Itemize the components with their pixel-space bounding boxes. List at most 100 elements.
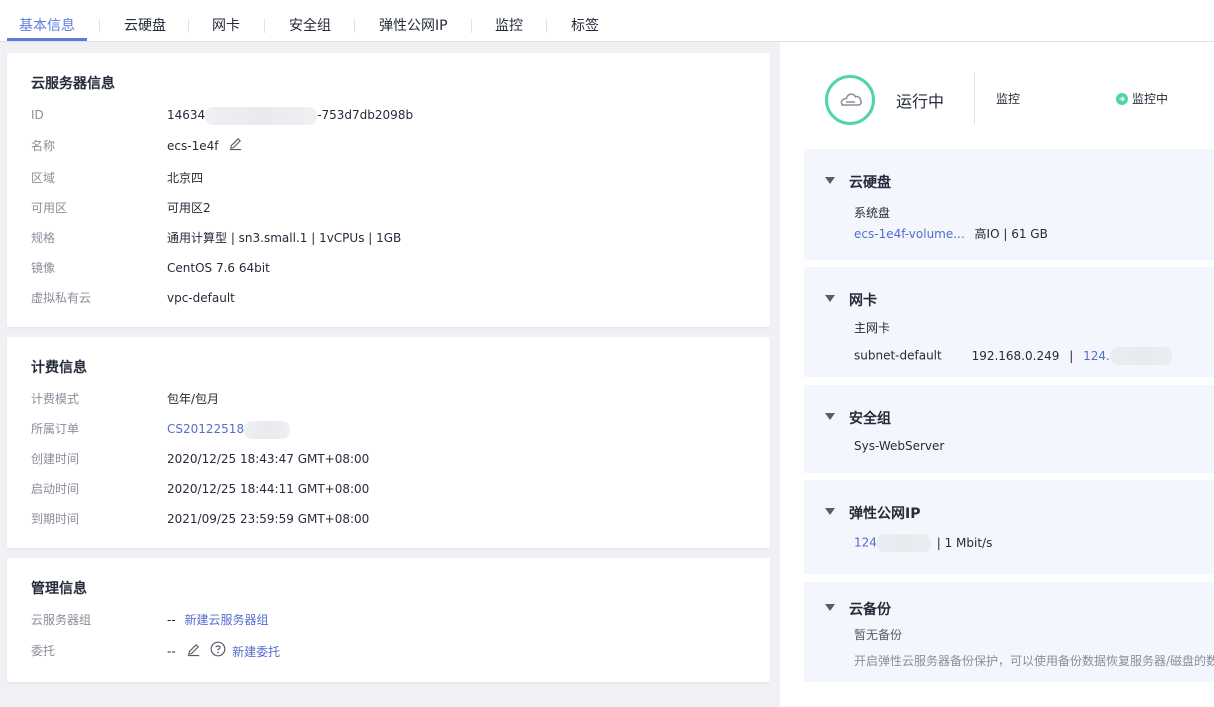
server-info-card: 云服务器信息 ID 14634 -753d7db2098b 名称 ecs-1e4f…: [7, 53, 770, 327]
name-label: 名称: [31, 139, 56, 153]
server-group-value-group: -- 新建云服务器组: [167, 610, 269, 630]
expire-value: 2021/09/25 23:59:59 GMT+08:00: [167, 512, 370, 526]
security-group-section: 安全组 Sys-WebServer: [804, 385, 1214, 473]
backup-section-title[interactable]: 云备份: [849, 599, 891, 619]
created-value: 2020/12/25 18:43:47 GMT+08:00: [167, 452, 370, 466]
expire-label: 到期时间: [31, 512, 80, 526]
tab-tags[interactable]: 标签: [571, 0, 599, 42]
collapse-triangle-icon[interactable]: [825, 177, 835, 184]
running-status-icon: [825, 75, 875, 125]
tab-divider: [99, 19, 100, 33]
eip-link[interactable]: 124: [854, 536, 877, 550]
nic-section-title[interactable]: 网卡: [849, 290, 877, 310]
redacted-block: [244, 420, 291, 439]
tab-divider: [471, 19, 472, 33]
order-link[interactable]: CS20122518: [167, 422, 244, 436]
active-tab-indicator: [7, 38, 87, 41]
vpc-link[interactable]: vpc-default: [167, 288, 235, 308]
region-label: 区域: [31, 171, 56, 185]
nic-row: subnet-default 192.168.0.249 | 124.: [854, 347, 1172, 365]
edit-icon[interactable]: [228, 136, 243, 157]
tab-divider: [264, 19, 265, 33]
tab-divider: [354, 19, 355, 33]
volume-row: ecs-1e4f-volume... 高IO | 61 GB: [854, 225, 1048, 242]
name-value-group: ecs-1e4f: [167, 136, 243, 157]
billing-mode-value: 包年/包月: [167, 392, 220, 406]
system-disk-label: 系统盘: [854, 206, 891, 220]
tab-monitoring[interactable]: 监控: [495, 0, 523, 42]
tab-divider: [188, 19, 189, 33]
arrow-right-circle-icon: [1116, 92, 1128, 105]
backup-hint: 开启弹性云服务器备份保护，可以使用备份数据恢复服务器/磁盘的数: [854, 654, 1214, 668]
id-label: ID: [31, 108, 44, 122]
tab-divider: [546, 19, 547, 33]
flavor-label: 规格: [31, 231, 56, 245]
tab-eip[interactable]: 弹性公网IP: [379, 0, 448, 42]
tab-basic-info[interactable]: 基本信息: [19, 0, 75, 42]
eip-section: 弹性公网IP 124 | 1 Mbit/s: [804, 480, 1214, 574]
private-ip: 192.168.0.249: [971, 348, 1060, 363]
started-value: 2020/12/25 18:44:11 GMT+08:00: [167, 482, 370, 496]
agency-label: 委托: [31, 644, 56, 658]
new-agency-link[interactable]: 新建委托: [232, 645, 280, 659]
order-label: 所属订单: [31, 422, 80, 436]
disk-section-title[interactable]: 云硬盘: [849, 172, 891, 192]
status-text: 运行中: [896, 92, 945, 111]
status-divider: [974, 72, 975, 124]
volume-link[interactable]: ecs-1e4f-volume...: [854, 227, 965, 241]
edit-icon[interactable]: [186, 642, 201, 663]
redacted-block: [876, 534, 931, 552]
collapse-triangle-icon[interactable]: [825, 508, 835, 515]
order-value-group: CS20122518: [167, 419, 291, 439]
vpc-label: 虚拟私有云: [31, 291, 92, 305]
backup-status: 暂无备份: [854, 628, 903, 642]
az-value: 可用区2: [167, 201, 211, 215]
ip-separator: |: [1069, 348, 1074, 363]
collapse-triangle-icon[interactable]: [825, 295, 835, 302]
monitor-status: 监控中: [1116, 90, 1168, 107]
backup-section: 云备份 暂无备份 开启弹性云服务器备份保护，可以使用备份数据恢复服务器/磁盘的数: [804, 582, 1214, 682]
subnet-name: subnet-default: [854, 348, 942, 363]
eip-row: 124 | 1 Mbit/s: [854, 534, 992, 552]
monitor-label: 监控: [996, 92, 1021, 106]
public-ip-link[interactable]: 124.: [1083, 349, 1110, 363]
summary-panel: 运行中 监控 监控中 云硬盘 系统盘 ecs-1e4f-volume... 高I…: [780, 42, 1214, 707]
billing-info-title: 计费信息: [31, 360, 87, 376]
status-box: 运行中 监控 监控中: [780, 42, 1214, 142]
agency-value: --: [167, 644, 176, 659]
eip-bandwidth: | 1 Mbit/s: [936, 535, 993, 550]
billing-info-card: 计费信息 计费模式 包年/包月 所属订单 CS20122518 创建时间 202…: [7, 337, 770, 548]
tab-disks[interactable]: 云硬盘: [124, 0, 166, 42]
tab-security-groups[interactable]: 安全组: [289, 0, 331, 42]
server-group-value: --: [167, 613, 176, 627]
collapse-triangle-icon[interactable]: [825, 604, 835, 611]
disk-section: 云硬盘 系统盘 ecs-1e4f-volume... 高IO | 61 GB: [804, 149, 1214, 260]
nic-section: 网卡 主网卡 subnet-default 192.168.0.249 | 12…: [804, 267, 1214, 377]
server-info-title: 云服务器信息: [31, 76, 115, 92]
tab-nics[interactable]: 网卡: [212, 0, 240, 42]
primary-nic-label: 主网卡: [854, 321, 891, 335]
az-label: 可用区: [31, 201, 68, 215]
detail-tabs: 基本信息 云硬盘 网卡 安全组 弹性公网IP 监控 标签: [0, 0, 1214, 42]
redacted-block: [1109, 347, 1172, 365]
name-value: ecs-1e4f: [167, 139, 219, 153]
new-server-group-link[interactable]: 新建云服务器组: [185, 613, 269, 627]
image-label: 镜像: [31, 261, 56, 275]
agency-value-group: -- 新建委托: [167, 641, 280, 663]
security-group-section-title[interactable]: 安全组: [849, 408, 891, 428]
help-icon[interactable]: [210, 641, 226, 663]
collapse-triangle-icon[interactable]: [825, 413, 835, 420]
region-value: 北京四: [167, 171, 204, 185]
eip-section-title[interactable]: 弹性公网IP: [849, 503, 920, 523]
created-label: 创建时间: [31, 452, 80, 466]
security-group-link[interactable]: Sys-WebServer: [854, 439, 944, 453]
flavor-value: 通用计算型 | sn3.small.1 | 1vCPUs | 1GB: [167, 231, 402, 245]
id-value: 14634 -753d7db2098b: [167, 105, 413, 125]
billing-mode-label: 计费模式: [31, 392, 80, 406]
redacted-block: [205, 106, 318, 125]
image-link[interactable]: CentOS 7.6 64bit: [167, 258, 270, 278]
volume-detail: 高IO | 61 GB: [974, 227, 1048, 241]
management-info-card: 管理信息 云服务器组 -- 新建云服务器组 委托 -- 新建委托: [7, 558, 770, 682]
management-info-title: 管理信息: [31, 581, 87, 597]
server-group-label: 云服务器组: [31, 613, 92, 627]
